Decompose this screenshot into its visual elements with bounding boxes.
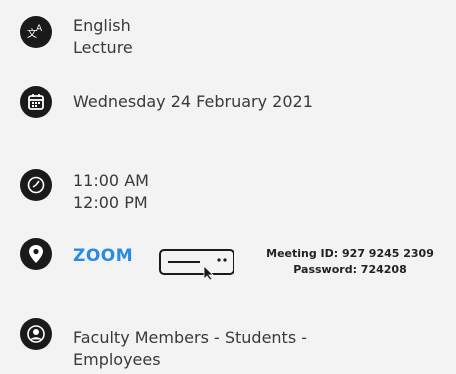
translate-icon: 文 A <box>20 16 52 48</box>
svg-text:A: A <box>36 24 43 34</box>
audience-line: Faculty Members - Students - <box>73 328 308 347</box>
meeting-details: Meeting ID: 927 9245 2309 Password: 7242… <box>250 246 450 278</box>
meeting-id: Meeting ID: 927 9245 2309 <box>266 247 434 260</box>
language-line: English <box>73 16 131 35</box>
join-meeting-icon[interactable] <box>158 246 235 281</box>
language-text: English Lecture <box>73 15 133 59</box>
calendar-icon <box>20 86 52 118</box>
time-text: 11:00 AM 12:00 PM <box>73 170 149 214</box>
location-pin-icon <box>20 238 52 270</box>
clock-icon <box>20 169 52 201</box>
zoom-link[interactable]: ZOOM <box>73 246 133 266</box>
audience-line: Employees <box>73 350 161 369</box>
date-text: Wednesday 24 February 2021 <box>73 92 313 111</box>
audience-text: Faculty Members - Students - Employees <box>73 327 307 371</box>
meeting-password: Password: 724208 <box>293 263 407 276</box>
end-time: 12:00 PM <box>73 193 148 212</box>
user-icon <box>20 318 52 350</box>
session-type: Lecture <box>73 38 133 57</box>
start-time: 11:00 AM <box>73 171 149 190</box>
